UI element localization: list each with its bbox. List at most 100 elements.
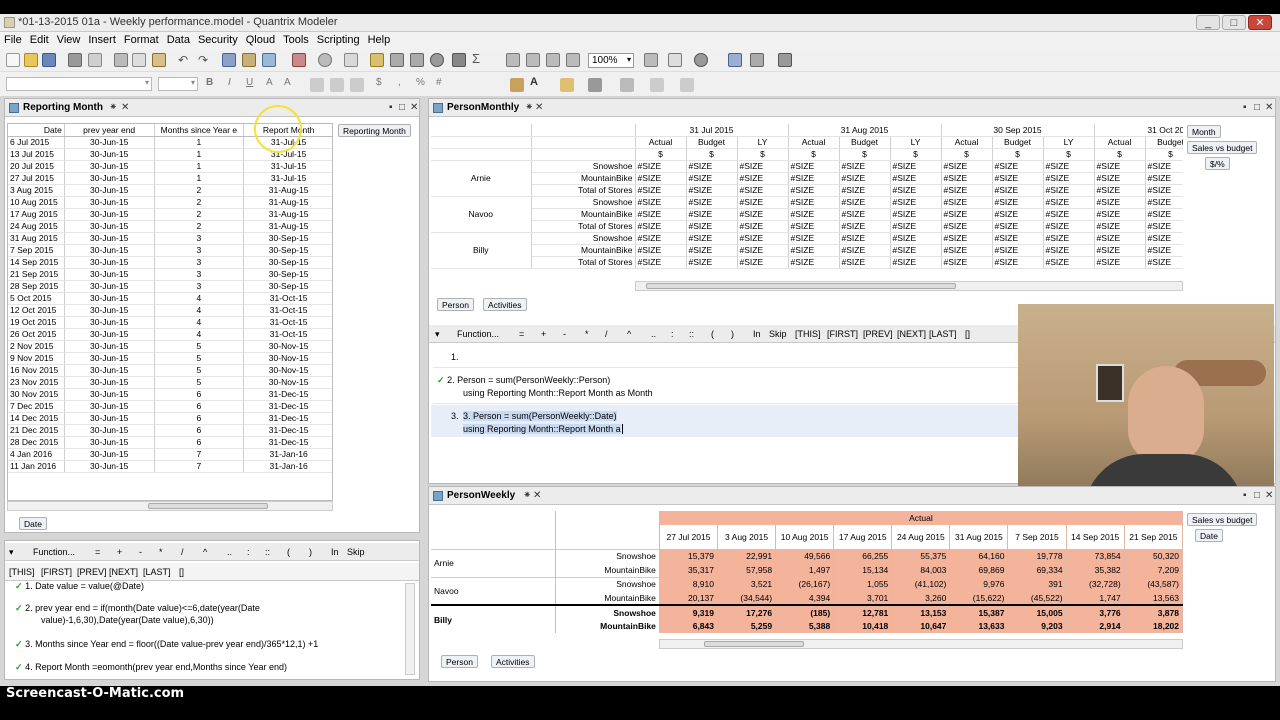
tab-person[interactable]: Person	[437, 298, 474, 311]
op-minus[interactable]: -	[139, 547, 142, 557]
table-cell[interactable]: 3,701	[833, 591, 893, 605]
store-label[interactable]: Snowshoe	[555, 576, 660, 591]
table-cell[interactable]: 4	[154, 328, 245, 341]
table-cell[interactable]: #SIZE	[635, 172, 687, 185]
op-double-colon[interactable]: ::	[265, 547, 270, 557]
spacing-icon[interactable]	[680, 78, 694, 92]
menu-help[interactable]: Help	[364, 32, 395, 46]
table-cell[interactable]: 4	[154, 304, 245, 317]
op-power[interactable]: ^	[203, 547, 207, 557]
op-skip[interactable]: Skip	[347, 547, 365, 557]
pin-icon[interactable]: ⁕	[525, 102, 533, 113]
table-cell[interactable]: 3,521	[717, 577, 777, 591]
table-cell[interactable]: 30-Jun-15	[64, 172, 155, 185]
undo-icon[interactable]: ↶	[178, 54, 192, 68]
table-cell[interactable]: 3,776	[1066, 604, 1125, 619]
table-cell[interactable]: 30-Jun-15	[64, 352, 155, 365]
formula-2-cont[interactable]: using Reporting Month::Report Month as M…	[463, 388, 653, 398]
table-cell[interactable]: 3	[154, 232, 245, 245]
table-cell[interactable]: 30-Jun-15	[64, 364, 155, 377]
table-cell[interactable]: #SIZE	[1043, 232, 1095, 245]
table-cell[interactable]: #SIZE	[1145, 220, 1183, 233]
op-colon[interactable]: :	[247, 547, 250, 557]
table-cell[interactable]: #SIZE	[1094, 232, 1146, 245]
table-cell[interactable]: 30-Jun-15	[64, 436, 155, 449]
table-cell[interactable]: #SIZE	[1094, 208, 1146, 221]
table-cell[interactable]: #SIZE	[686, 244, 738, 257]
table-cell[interactable]: 2	[154, 208, 245, 221]
table-cell[interactable]: 31-Jan-16	[243, 448, 332, 461]
table-cell[interactable]: 31-Dec-15	[243, 412, 332, 425]
group-icon[interactable]	[430, 53, 444, 67]
table-cell[interactable]: #SIZE	[788, 172, 840, 185]
open-icon[interactable]	[24, 53, 38, 67]
table-cell[interactable]: #SIZE	[941, 244, 993, 257]
table-cell[interactable]: 30-Jun-15	[64, 160, 155, 173]
table-cell[interactable]: 22,991	[717, 549, 777, 563]
table-cell[interactable]: 31-Oct-15	[243, 328, 332, 341]
table-cell[interactable]: 69,869	[949, 563, 1009, 577]
table-cell[interactable]: 27 Jul 2015	[8, 172, 65, 185]
table-cell[interactable]: #SIZE	[635, 232, 687, 245]
table-cell[interactable]: #SIZE	[686, 172, 738, 185]
table-cell[interactable]: #SIZE	[839, 208, 891, 221]
comma-icon[interactable]: ,	[398, 77, 401, 88]
table-cell[interactable]: 66,255	[833, 549, 893, 563]
table-cell[interactable]: #SIZE	[992, 184, 1044, 197]
month-header[interactable]: 30 Sep 2015	[941, 124, 1095, 137]
table-cell[interactable]: #SIZE	[737, 196, 789, 209]
table-cell[interactable]: #SIZE	[635, 160, 687, 173]
table-cell[interactable]: 3	[154, 268, 245, 281]
table-cell[interactable]: 11 Jan 2016	[8, 460, 65, 473]
op-open-paren[interactable]: (	[287, 547, 290, 557]
table-cell[interactable]: 31-Aug-15	[243, 208, 332, 221]
align-right-icon[interactable]	[350, 78, 364, 92]
function-menu[interactable]: Function...	[457, 329, 499, 339]
table-cell[interactable]: #SIZE	[992, 256, 1044, 269]
table-cell[interactable]: 31-Dec-15	[243, 436, 332, 449]
op-equals[interactable]: =	[519, 329, 524, 339]
table-cell[interactable]: 30-Jun-15	[64, 328, 155, 341]
table-cell[interactable]: 30-Jun-15	[64, 268, 155, 281]
table-cell[interactable]: #SIZE	[1145, 196, 1183, 209]
tab-activities[interactable]: Activities	[483, 298, 527, 311]
table-cell[interactable]: #SIZE	[737, 256, 789, 269]
table-cell[interactable]: 30-Jun-15	[64, 412, 155, 425]
date-header[interactable]: 14 Sep 2015	[1066, 525, 1125, 549]
tab-activities[interactable]: Activities	[491, 655, 535, 668]
store-label[interactable]: Snowshoe	[531, 160, 636, 173]
person-label[interactable]: Billy	[431, 232, 532, 269]
column-header-date[interactable]: Date	[8, 124, 65, 137]
table-cell[interactable]: 14 Dec 2015	[8, 412, 65, 425]
table-cell[interactable]: #SIZE	[839, 232, 891, 245]
table-cell[interactable]: #SIZE	[1094, 160, 1146, 173]
table-cell[interactable]: #SIZE	[1043, 160, 1095, 173]
table-cell[interactable]: 15,005	[1007, 604, 1067, 619]
table-cell[interactable]: 30-Jun-15	[64, 196, 155, 209]
table-cell[interactable]: 55,375	[891, 549, 951, 563]
table-cell[interactable]: #SIZE	[839, 196, 891, 209]
table-cell[interactable]: #SIZE	[737, 232, 789, 245]
cut-icon[interactable]	[114, 53, 128, 67]
ref-this[interactable]: [THIS]	[9, 567, 35, 577]
month-header[interactable]: 31 Oct 2015	[1094, 124, 1183, 137]
store-label[interactable]: MountainBike	[555, 591, 660, 605]
table-cell[interactable]: 30-Jun-15	[64, 340, 155, 353]
date-header[interactable]: 7 Sep 2015	[1007, 525, 1067, 549]
table-cell[interactable]: #SIZE	[1145, 208, 1183, 221]
person-label[interactable]: Navoo	[431, 196, 532, 233]
close-tab-icon[interactable]: ✕	[121, 102, 129, 113]
formula-2[interactable]: ✓ 2. Person = sum(PersonWeekly::Person)	[437, 375, 610, 386]
group-header[interactable]: Actual	[659, 511, 1183, 525]
table-cell[interactable]: 31-Jul-15	[243, 160, 332, 173]
table-cell[interactable]: #SIZE	[686, 256, 738, 269]
ref-prev[interactable]: [PREV]	[863, 329, 893, 339]
table-cell[interactable]: 31 Aug 2015	[8, 232, 65, 245]
table-cell[interactable]: #SIZE	[1145, 172, 1183, 185]
percent-icon[interactable]: %	[416, 77, 425, 88]
table-cell[interactable]: #SIZE	[1145, 232, 1183, 245]
table-cell[interactable]: 20,137	[659, 591, 719, 605]
highlight-icon[interactable]	[560, 78, 574, 92]
table-cell[interactable]: #SIZE	[686, 160, 738, 173]
print-preview-icon[interactable]	[88, 53, 102, 67]
